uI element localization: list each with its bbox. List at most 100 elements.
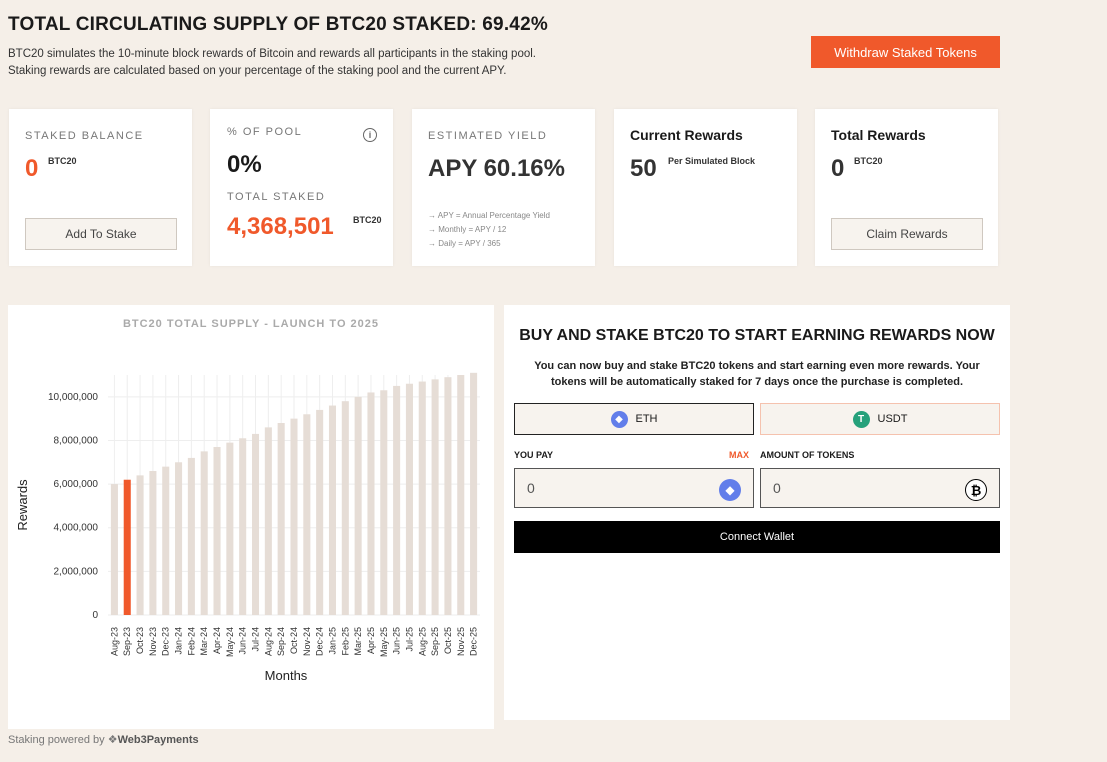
pool-percent-label: % OF POOL — [227, 126, 303, 138]
x-tick-label: Feb-25 — [340, 627, 350, 656]
bar — [264, 427, 272, 615]
x-tick-label: Apr-24 — [212, 627, 222, 654]
pool-percent-value: 0% — [227, 151, 262, 178]
x-tick-label: Oct-24 — [289, 627, 299, 654]
tab-eth-label: ETH — [635, 413, 658, 425]
buy-desc-line1: You can now buy and stake BTC20 tokens a… — [534, 360, 980, 372]
yield-notes: → APY = Annual Percentage Yield → Monthl… — [428, 209, 550, 251]
pay-input[interactable] — [515, 469, 753, 507]
usdt-icon: T — [852, 410, 870, 428]
apy-value: APY 60.16% — [428, 155, 565, 182]
header-description: BTC20 simulates the 10-minute block rewa… — [8, 46, 536, 80]
bar — [277, 423, 285, 615]
x-axis-label: Months — [265, 668, 308, 683]
bar — [226, 442, 234, 615]
bar — [457, 375, 465, 615]
staked-balance-value: 0 — [25, 155, 39, 182]
buy-desc-line2: tokens will be automatically staked for … — [550, 376, 964, 388]
footer-prefix: Staking powered by — [8, 734, 105, 746]
x-tick-label: Nov-24 — [302, 627, 312, 656]
bar — [380, 390, 388, 615]
x-tick-label: Mar-25 — [353, 627, 363, 656]
bar — [303, 414, 311, 615]
x-tick-label: Aug-23 — [109, 627, 119, 656]
bar — [239, 438, 247, 615]
footer-brand[interactable]: Web3Payments — [118, 734, 199, 746]
bar — [110, 484, 118, 615]
total-rewards-label: Total Rewards — [831, 127, 926, 143]
x-tick-label: Jan-24 — [174, 627, 184, 655]
withdraw-staked-button[interactable]: Withdraw Staked Tokens — [811, 36, 1000, 68]
current-rewards-value: 50 — [630, 155, 657, 182]
bar — [136, 475, 144, 615]
bar — [123, 479, 131, 615]
bar — [328, 405, 337, 615]
max-button[interactable]: MAX — [729, 450, 749, 460]
x-tick-label: Dec-24 — [315, 627, 325, 656]
x-tick-label: Mar-24 — [199, 627, 209, 656]
you-pay-label: YOU PAY — [514, 450, 554, 460]
x-tick-label: May-25 — [379, 627, 389, 657]
current-rewards-card: Current Rewards 50 Per Simulated Block — [614, 109, 797, 266]
eth-icon: ◆ — [719, 479, 741, 501]
web3payments-logo-icon: ❖ — [107, 734, 118, 746]
tab-usdt-label: USDT — [877, 413, 908, 425]
x-tick-label: Dec-25 — [469, 627, 479, 656]
bar — [149, 471, 157, 615]
x-tick-label: Dec-23 — [161, 627, 171, 656]
staked-balance-card: STAKED BALANCE 0 BTC20 Add To Stake — [9, 109, 192, 266]
bitcoin-icon: ₿ — [965, 479, 987, 501]
add-to-stake-button[interactable]: Add To Stake — [25, 218, 177, 250]
bar — [470, 372, 478, 615]
bar — [213, 447, 221, 615]
estimated-yield-label: ESTIMATED YIELD — [428, 130, 548, 142]
bar — [444, 377, 452, 615]
current-rewards-label: Current Rewards — [630, 127, 743, 143]
x-tick-label: Jul-25 — [404, 627, 414, 652]
amount-field: ₿ — [760, 468, 1000, 508]
info-icon[interactable]: i — [363, 128, 377, 142]
x-tick-label: Oct-25 — [443, 627, 453, 654]
yield-note: → APY = Annual Percentage Yield — [428, 211, 550, 220]
staked-balance-label: STAKED BALANCE — [25, 130, 144, 142]
bar — [200, 451, 208, 615]
y-tick-label: 4,000,000 — [54, 523, 99, 534]
x-tick-label: Jun-24 — [238, 627, 248, 655]
y-axis-label: Rewards — [15, 479, 30, 531]
bar — [341, 401, 349, 615]
supply-bar-chart: 0 2,000,000 4,000,000 6,000,000 8,000,000 10,… — [15, 372, 480, 683]
claim-rewards-button[interactable]: Claim Rewards — [831, 218, 983, 250]
buy-description: You can now buy and stake BTC20 tokens a… — [514, 358, 1000, 390]
x-tick-label: Oct-23 — [135, 627, 145, 654]
tab-eth[interactable]: ◆ ETH — [514, 403, 754, 435]
bar — [405, 383, 413, 615]
bar — [354, 396, 362, 615]
amount-tokens-label: AMOUNT OF TOKENS — [760, 450, 855, 460]
pool-card: % OF POOL i 0% TOTAL STAKED 4,368,501 BT… — [210, 109, 393, 266]
x-tick-label: Jan-25 — [327, 627, 337, 655]
amount-input[interactable] — [761, 469, 999, 507]
total-rewards-unit: BTC20 — [854, 156, 883, 166]
bar — [187, 457, 195, 615]
eth-icon: ◆ — [610, 410, 628, 428]
x-tick-label: Feb-24 — [186, 627, 196, 656]
x-tick-label: Jul-24 — [251, 627, 261, 652]
x-tick-label: Apr-25 — [366, 627, 376, 654]
tab-usdt[interactable]: T USDT — [760, 403, 1000, 435]
total-rewards-value: 0 — [831, 155, 845, 182]
total-staked-unit: BTC20 — [353, 215, 382, 225]
bar — [316, 409, 324, 615]
total-rewards-card: Total Rewards 0 BTC20 Claim Rewards — [815, 109, 998, 266]
estimated-yield-card: ESTIMATED YIELD APY 60.16% → APY = Annua… — [412, 109, 595, 266]
connect-wallet-button[interactable]: Connect Wallet — [514, 521, 1000, 553]
y-tick-label: 0 — [92, 610, 98, 621]
x-tick-label: Nov-25 — [456, 627, 466, 656]
bar — [251, 433, 260, 615]
header-desc-line2: Staking rewards are calculated based on … — [8, 65, 507, 77]
x-tick-label: Nov-23 — [148, 627, 158, 656]
yield-note: → Daily = APY / 365 — [428, 239, 501, 248]
bar — [393, 385, 401, 615]
y-tick-label: 10,000,000 — [48, 392, 98, 403]
yield-note: → Monthly = APY / 12 — [428, 225, 507, 234]
current-rewards-unit: Per Simulated Block — [668, 156, 756, 166]
